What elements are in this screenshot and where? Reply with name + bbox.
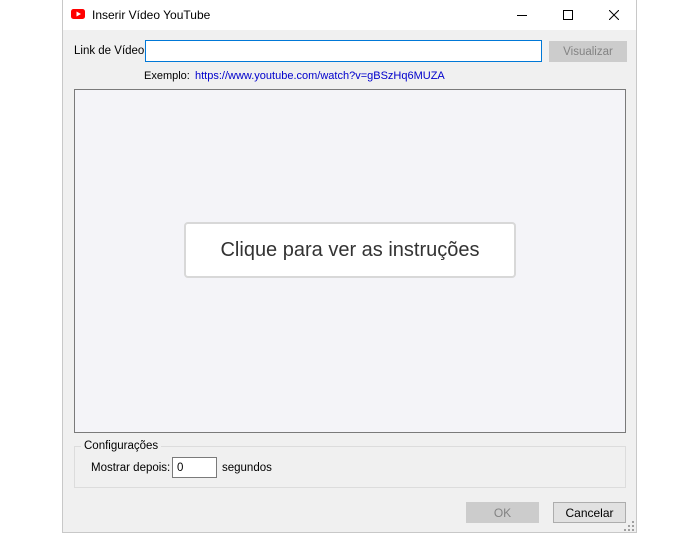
resize-grip-icon[interactable] (623, 520, 635, 532)
show-after-input[interactable] (172, 457, 217, 478)
instructions-button[interactable]: Clique para ver as instruções (184, 222, 516, 278)
window-title: Inserir Vídeo YouTube (92, 8, 211, 22)
video-link-label: Link de Vídeo: (74, 45, 148, 57)
title-bar[interactable]: Inserir Vídeo YouTube (63, 0, 636, 30)
example-url: https://www.youtube.com/watch?v=gBSzHq6M… (195, 70, 445, 82)
dialog-window: Inserir Vídeo YouTube Link de Vídeo: Vis… (62, 0, 637, 533)
minimize-icon (517, 15, 527, 16)
maximize-button[interactable] (545, 0, 591, 30)
close-button[interactable] (591, 0, 637, 30)
maximize-icon (563, 10, 573, 20)
settings-legend: Configurações (81, 440, 162, 452)
cancel-button[interactable]: Cancelar (553, 502, 626, 523)
video-link-input[interactable] (145, 40, 542, 62)
settings-group: Configurações Mostrar depois: segundos (74, 440, 626, 488)
preview-button[interactable]: Visualizar (549, 41, 627, 62)
example-label: Exemplo: (144, 70, 190, 82)
close-icon (609, 10, 619, 20)
minimize-button[interactable] (499, 0, 545, 30)
show-after-label: Mostrar depois: (91, 462, 171, 474)
video-preview-area: Clique para ver as instruções (74, 89, 626, 433)
youtube-icon (71, 9, 85, 19)
ok-button[interactable]: OK (466, 502, 539, 523)
seconds-label: segundos (222, 462, 272, 474)
